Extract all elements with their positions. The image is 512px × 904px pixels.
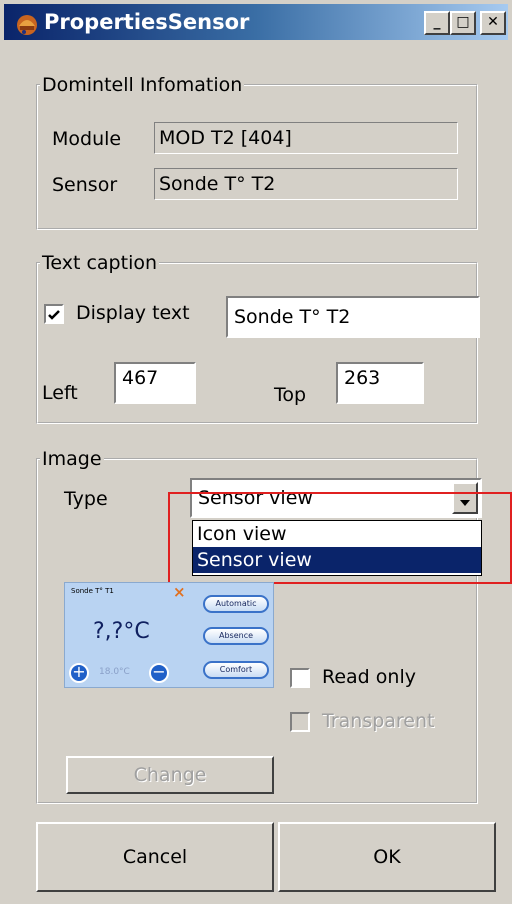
left-input[interactable]: 467 — [114, 362, 196, 404]
text-caption-legend: Text caption — [42, 252, 158, 274]
type-select-value: Sensor view — [198, 487, 313, 509]
chevron-down-icon — [460, 500, 470, 506]
preview-plus-icon: + — [69, 663, 89, 683]
type-dropdown-list: Icon view Sensor view — [192, 520, 482, 576]
dropdown-arrow-button[interactable] — [452, 482, 478, 514]
cancel-button[interactable]: Cancel — [36, 822, 274, 892]
sensor-view-preview: Sonde T° T1 × ?,?°C + 18.0°C − Automatic… — [64, 582, 274, 688]
top-input[interactable]: 263 — [336, 362, 424, 404]
display-text-checkbox[interactable] — [44, 304, 64, 324]
type-label: Type — [64, 488, 108, 510]
maximize-button[interactable]: □ — [450, 11, 476, 35]
type-option-sensor-view[interactable]: Sensor view — [193, 547, 481, 573]
preview-temperature: ?,?°C — [93, 619, 150, 644]
type-option-icon-view[interactable]: Icon view — [193, 521, 481, 547]
properties-dialog: PropertiesSensor _ □ ✕ Domintell Infomat… — [0, 0, 512, 904]
minimize-icon: _ — [433, 14, 441, 30]
close-button[interactable]: ✕ — [480, 11, 506, 35]
read-only-checkbox[interactable] — [290, 668, 310, 688]
module-field: MOD T2 [404] — [154, 122, 458, 154]
type-select[interactable]: Sensor view — [190, 478, 482, 518]
ok-button[interactable]: OK — [278, 822, 496, 892]
preview-comfort-button: Comfort — [203, 661, 269, 679]
app-helmet-icon — [17, 15, 37, 35]
sensor-field: Sonde T° T2 — [154, 168, 458, 200]
title-bar[interactable]: PropertiesSensor _ □ ✕ — [4, 4, 508, 40]
preview-title: Sonde T° T1 — [71, 587, 114, 595]
transparent-label: Transparent — [322, 710, 435, 732]
top-label: Top — [274, 384, 307, 406]
preview-minus-icon: − — [149, 663, 169, 683]
window-title: PropertiesSensor — [44, 10, 250, 34]
change-button[interactable]: Change — [66, 756, 274, 794]
checkmark-icon — [48, 310, 60, 320]
preview-setpoint: 18.0°C — [99, 667, 130, 677]
maximize-icon: □ — [456, 14, 470, 30]
preview-automatic-button: Automatic — [203, 595, 269, 613]
preview-absence-button: Absence — [203, 627, 269, 645]
domintell-info-legend: Domintell Infomation — [42, 74, 243, 96]
close-icon: ✕ — [487, 14, 499, 30]
left-label: Left — [42, 382, 78, 404]
image-legend: Image — [42, 448, 102, 470]
transparent-checkbox[interactable] — [290, 712, 310, 732]
module-label: Module — [52, 128, 122, 150]
read-only-label: Read only — [322, 666, 416, 688]
minimize-button[interactable]: _ — [424, 11, 450, 35]
sensor-label: Sensor — [52, 174, 118, 196]
preview-close-icon: × — [173, 583, 186, 601]
display-text-input[interactable]: Sonde T° T2 — [226, 296, 480, 338]
display-text-label: Display text — [76, 302, 190, 324]
